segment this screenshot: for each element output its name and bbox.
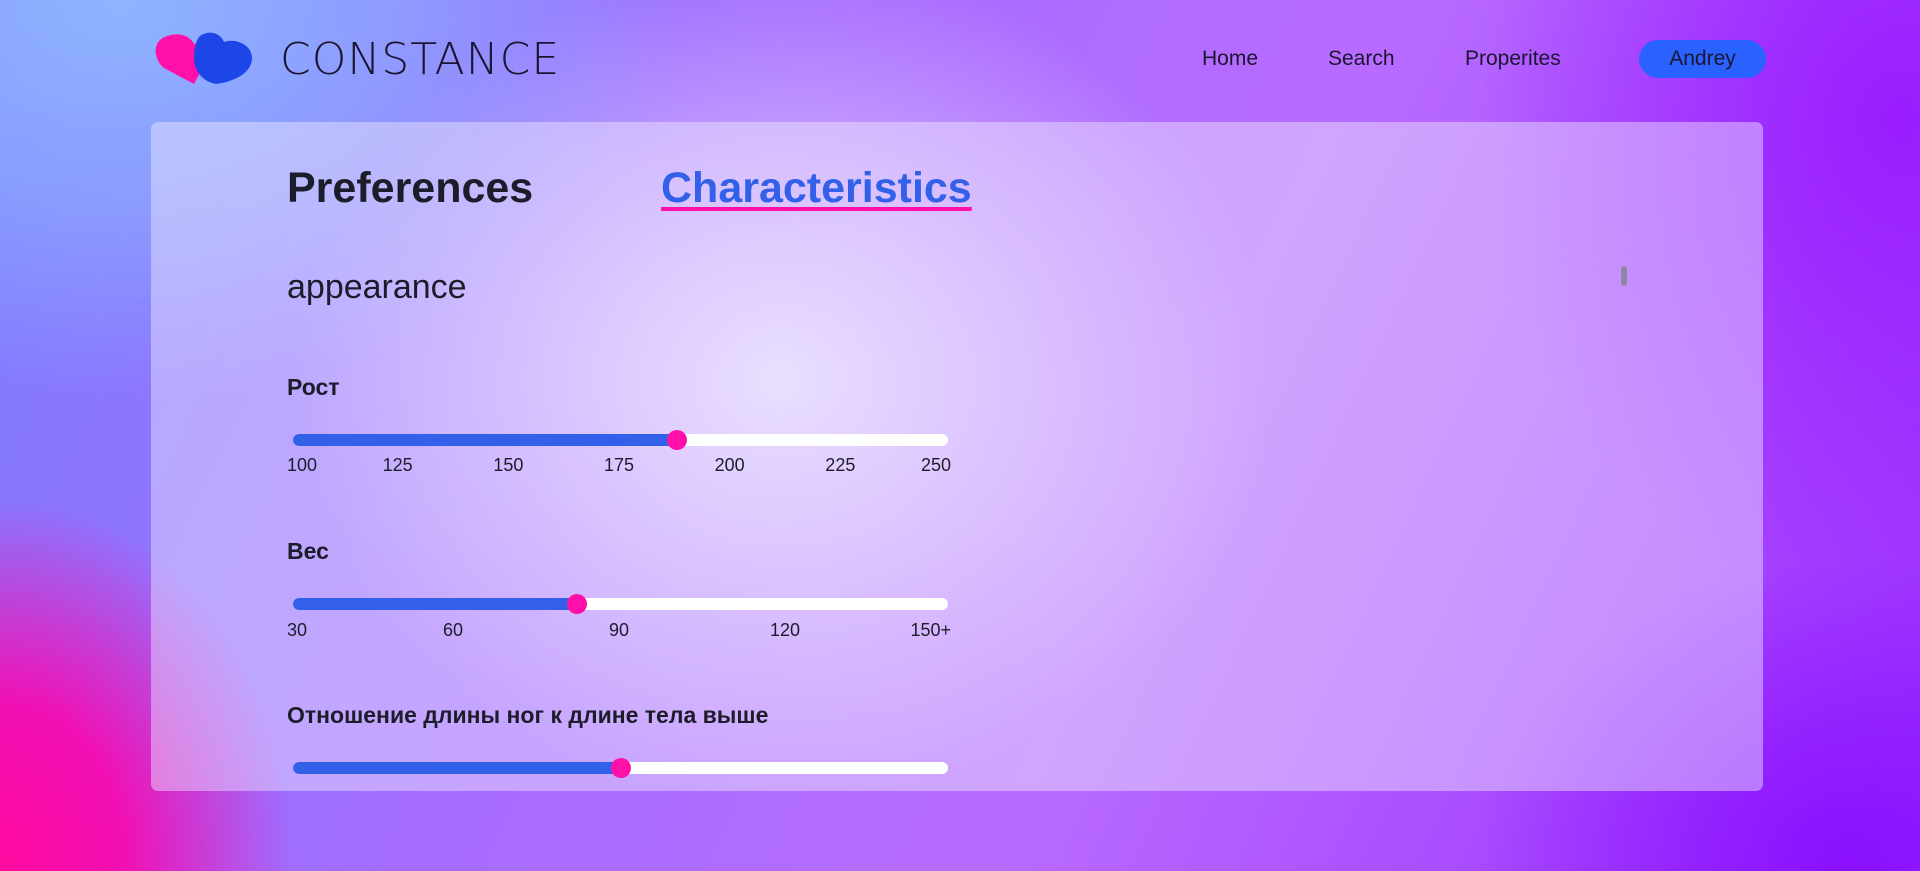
leg-ratio-slider-fill xyxy=(293,762,621,774)
height-slider-thumb[interactable] xyxy=(667,430,688,450)
leg-ratio-slider[interactable] xyxy=(293,758,948,778)
tick-label: 90 xyxy=(608,620,630,640)
tick-label: 100 xyxy=(287,455,318,475)
weight-slider[interactable] xyxy=(293,594,948,614)
tick-label: 60 xyxy=(442,620,464,640)
tick-label: 225 xyxy=(825,455,856,475)
leg-ratio-slider-thumb[interactable] xyxy=(610,758,631,778)
tick-label: 150+ xyxy=(910,620,951,640)
brand-name[interactable]: CONSTANCE xyxy=(280,34,560,85)
weight-label: Вес xyxy=(287,538,329,564)
height-slider[interactable] xyxy=(293,430,948,450)
nav-search[interactable]: Search xyxy=(1328,47,1395,71)
tab-characteristics[interactable]: Characteristics xyxy=(661,164,972,213)
height-slider-fill xyxy=(293,434,678,446)
tick-label: 125 xyxy=(382,455,413,475)
tick-label: 30 xyxy=(287,620,308,640)
tab-preferences[interactable]: Preferences xyxy=(287,164,533,213)
tick-label: 250 xyxy=(920,455,951,475)
section-title: appearance xyxy=(287,268,467,306)
tick-label: 175 xyxy=(603,455,635,475)
weight-slider-thumb[interactable] xyxy=(566,594,587,614)
tick-label: 120 xyxy=(769,620,801,640)
height-label: Рост xyxy=(287,374,340,400)
user-profile-button[interactable]: Andrey xyxy=(1639,40,1766,78)
header: CONSTANCE Home Search Properites Andrey xyxy=(0,0,1920,120)
tick-label: 150 xyxy=(493,455,524,475)
scrollbar-thumb[interactable] xyxy=(1621,266,1627,286)
leg-ratio-label: Отношение длины ног к длине тела выше xyxy=(287,702,769,728)
nav-home[interactable]: Home xyxy=(1202,47,1258,71)
weight-slider-fill xyxy=(293,598,577,610)
tick-label: 200 xyxy=(714,455,745,475)
settings-panel: Preferences Characteristics appearance Р… xyxy=(151,122,1763,791)
nav-properites[interactable]: Properites xyxy=(1465,47,1561,71)
two-hearts-logo-icon[interactable] xyxy=(154,30,254,86)
